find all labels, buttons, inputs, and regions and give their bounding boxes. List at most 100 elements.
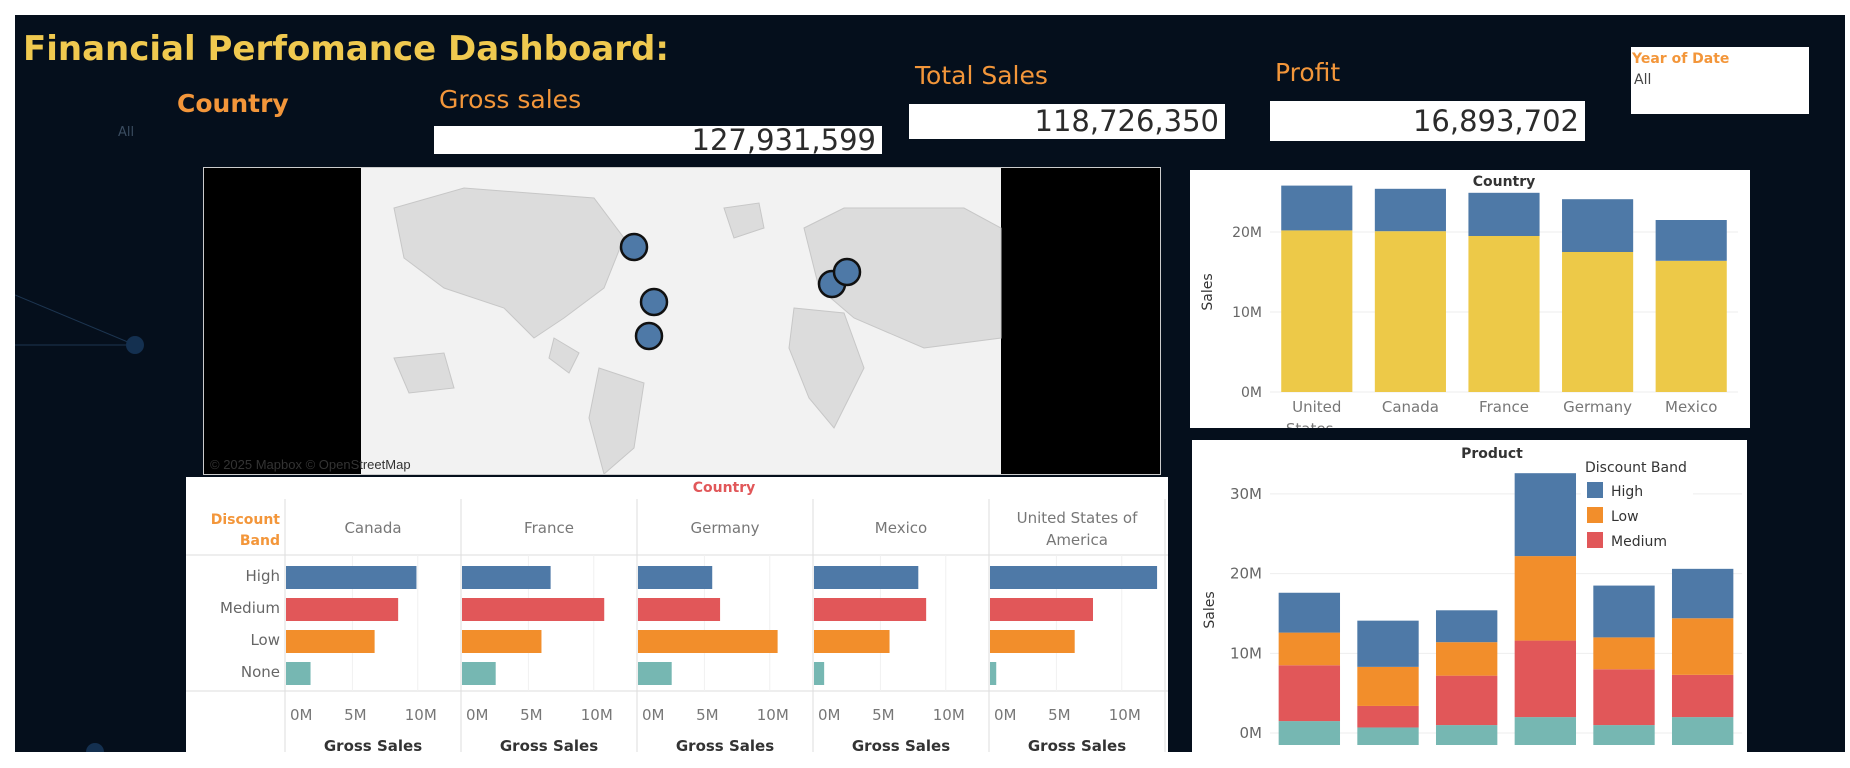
legend-title: Discount Band [1585, 460, 1687, 476]
legend-swatch-medium [1587, 532, 1603, 548]
x-tick-label: Montana [1434, 750, 1499, 752]
total-sales-label: Total Sales [915, 61, 1048, 90]
x-tick-label: 0M [466, 706, 489, 724]
map-marker-united-states-of-america [639, 287, 669, 317]
bar-mexico-none [814, 662, 825, 685]
bar-germany-medium [638, 598, 721, 621]
x-tick-label: Mexico [1665, 398, 1717, 416]
bar-canada-none [286, 662, 311, 685]
map-attribution: © 2025 Mapbox © OpenStreetMap [210, 457, 411, 472]
x-tick-label: VTT [1689, 750, 1718, 752]
panel-header-united-states-of-america: United States of [1017, 509, 1139, 527]
bar-united-states-segment-0 [1281, 230, 1353, 392]
x-tick-label: Paseo [1523, 750, 1567, 752]
panel-header-mexico: Mexico [875, 519, 927, 537]
x-tick-label: Amarilla [1278, 750, 1340, 752]
row-label-none: None [241, 663, 280, 681]
bar-united-states-of-america-low [990, 630, 1075, 653]
x-axis-label: Gross Sales [1028, 737, 1126, 752]
year-filter[interactable]: Year of Date All [1631, 47, 1809, 114]
map-marker-mexico [634, 321, 664, 351]
bar-velo-low [1593, 637, 1655, 670]
bar-mexico-low [814, 630, 890, 653]
bar-germany-high [638, 566, 713, 589]
bar-paseo-high [1514, 473, 1577, 557]
x-tick-label: 0M [290, 706, 313, 724]
x-axis-label: Gross Sales [852, 737, 950, 752]
legend-label-high: High [1611, 484, 1643, 500]
discount-band-chart-panel: Country Discount Band High Medium Low None Cana… [186, 477, 1168, 752]
discount-band-chart: Country Discount Band High Medium Low None Cana… [186, 480, 1168, 752]
bar-france-none [462, 662, 496, 685]
legend-label-medium: Medium [1611, 534, 1667, 550]
map-marker-canada [619, 232, 649, 262]
x-tick-label: 0M [642, 706, 665, 724]
bar-mexico-segment-0 [1655, 260, 1727, 392]
bar-amarilla-medium [1278, 665, 1341, 722]
bar-united-states-of-america-high [990, 566, 1158, 589]
bar-france-medium [462, 598, 605, 621]
bar-carretera-low [1357, 666, 1419, 706]
x-axis-label: Gross Sales [324, 737, 422, 752]
bar-germany-low [638, 630, 778, 653]
x-tick-label: Velo [1608, 750, 1640, 752]
country-filter-label: Country [177, 89, 289, 118]
y-tick-label: 20M [1230, 565, 1262, 583]
x-tick-label: United [1292, 398, 1341, 416]
map-canvas [361, 168, 1002, 474]
bar-paseo-none [1514, 717, 1577, 745]
bar-amarilla-high [1278, 592, 1341, 633]
profit-label: Profit [1275, 58, 1341, 87]
bar-vtt-medium [1671, 674, 1734, 718]
panel-header-germany: Germany [691, 519, 760, 537]
legend-label-low: Low [1611, 509, 1639, 525]
year-filter-value[interactable]: All [1634, 72, 1651, 88]
x-tick-label: 10M [1109, 706, 1141, 724]
country-map[interactable]: © 2025 Mapbox © OpenStreetMap [203, 167, 1161, 475]
row-label-low: Low [250, 631, 280, 649]
y-axis-label: Sales [1202, 591, 1218, 628]
gross-sales-value: 127,931,599 [434, 125, 882, 154]
bar-mexico-segment-1 [1655, 220, 1727, 261]
bar-carretera-none [1357, 727, 1419, 745]
bar-carretera-high [1357, 620, 1419, 667]
dashboard-title: Financial Perfomance Dashboard: [23, 29, 669, 69]
bar-mexico-medium [814, 598, 927, 621]
x-tick-label: Germany [1563, 398, 1632, 416]
panel-header-canada: Canada [344, 519, 401, 537]
x-tick-label: Carretera [1352, 750, 1423, 752]
bar-canada-high [286, 566, 417, 589]
x-tick-label: 10M [581, 706, 613, 724]
product-sales-chart-panel: Product Sales 0M 10M 20M 30M Amarilla Carretera… [1192, 440, 1747, 752]
x-tick-label: 5M [872, 706, 895, 724]
bar-canada-segment-0 [1374, 231, 1446, 392]
bar-paseo-low [1514, 556, 1577, 641]
x-axis-label: Gross Sales [500, 737, 598, 752]
panel-header-united-states-of-america-line2: America [1046, 531, 1108, 549]
bar-france-low [462, 630, 542, 653]
x-tick-label: 5M [520, 706, 543, 724]
y-axis-label: Sales [1200, 273, 1216, 310]
profit-value: 16,893,702 [1270, 101, 1585, 141]
bar-paseo-medium [1514, 640, 1577, 718]
bar-canada-low [286, 630, 375, 653]
bar-germany-segment-1 [1562, 199, 1634, 252]
x-tick-label: 0M [994, 706, 1017, 724]
bar-amarilla-low [1278, 632, 1341, 666]
map-marker-germany [832, 257, 862, 287]
x-tick-label: 0M [818, 706, 841, 724]
x-tick-label: 10M [405, 706, 437, 724]
y-tick-label: 20M [1232, 225, 1262, 241]
row-header-label: Discount [211, 512, 281, 528]
bar-united-states-of-america-medium [990, 598, 1093, 621]
bar-france-segment-0 [1468, 236, 1540, 392]
legend-swatch-high [1587, 482, 1603, 498]
panel-header-france: France [524, 519, 574, 537]
y-tick-label: 10M [1232, 305, 1262, 321]
y-tick-label: 30M [1230, 485, 1262, 503]
bar-united-states-of-america-none [990, 662, 997, 685]
bar-amarilla-none [1278, 721, 1341, 745]
dashboard-canvas: Financial Perfomance Dashboard: Country … [15, 15, 1845, 752]
country-filter-value[interactable]: All [118, 125, 134, 140]
product-sales-chart: Product Sales 0M 10M 20M 30M Amarilla Carretera… [1202, 446, 1742, 752]
